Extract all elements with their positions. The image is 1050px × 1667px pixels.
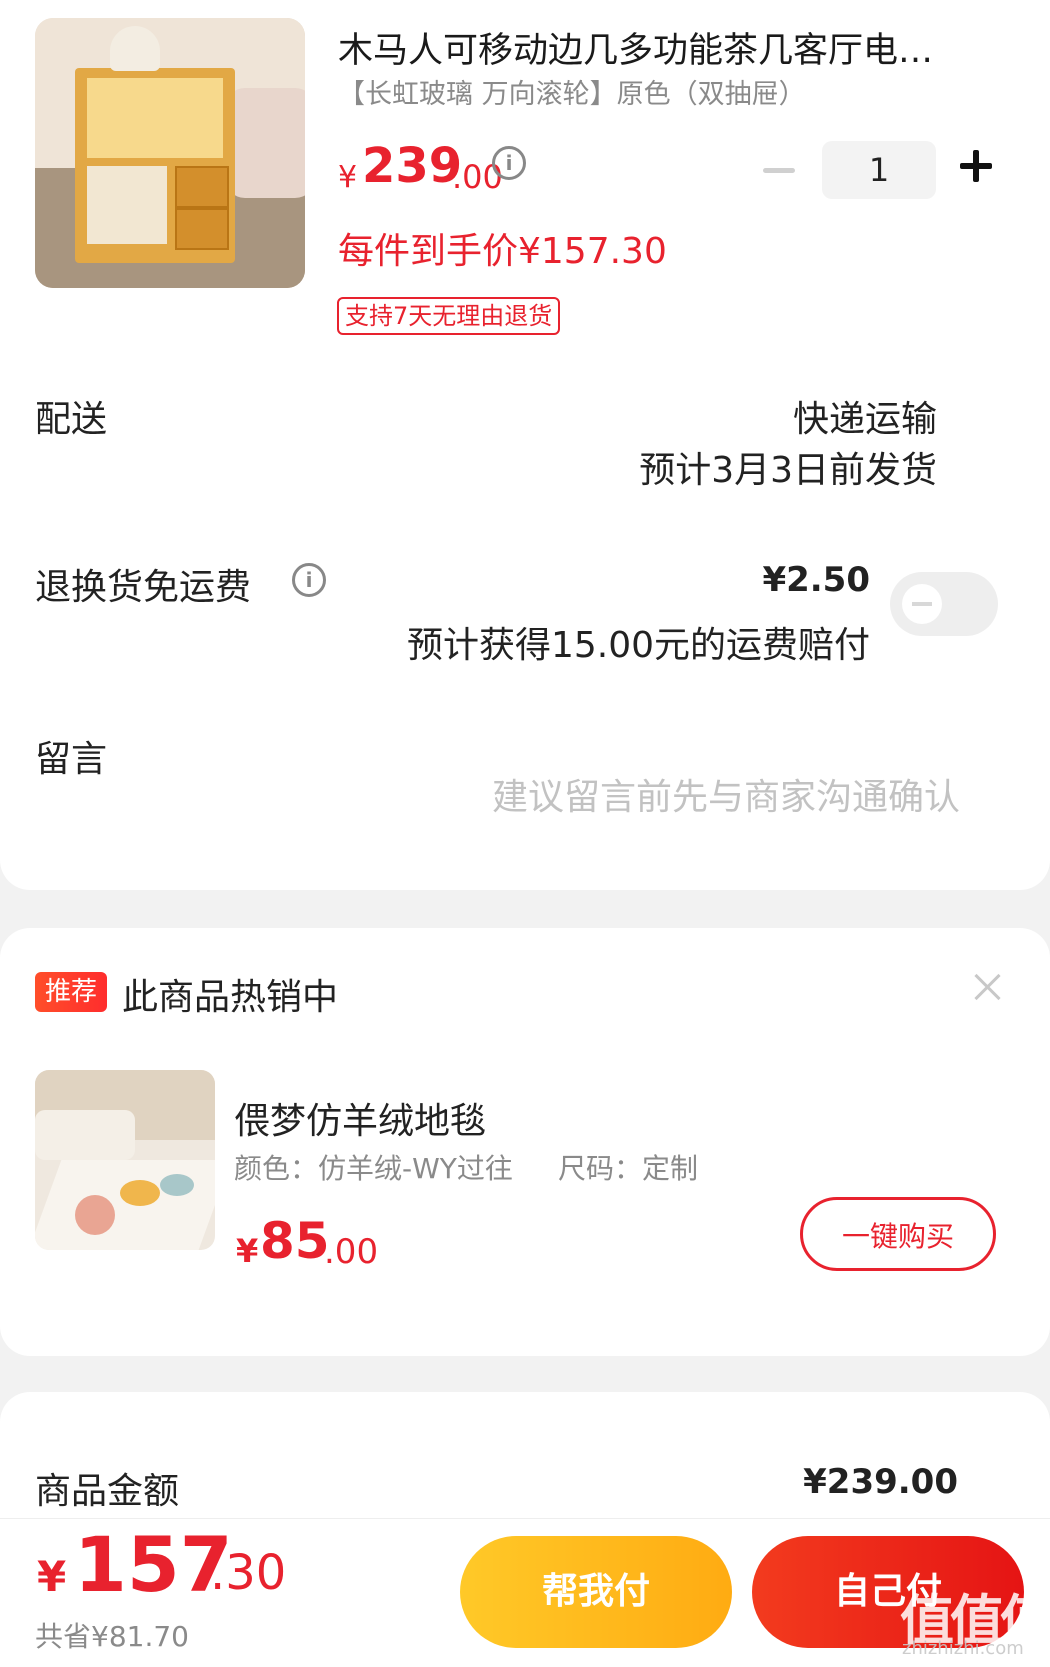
close-icon[interactable]	[972, 972, 1002, 1002]
product-title[interactable]: 木马人可移动边几多功能茶几客厅电…	[338, 22, 998, 73]
delivery-method[interactable]: 快递运输	[793, 390, 937, 442]
subtotal-label: 商品金额	[35, 1471, 180, 1512]
return-policy-tag: 支持7天无理由退货	[337, 297, 561, 335]
price-info-icon[interactable]: i	[492, 146, 526, 180]
message-label: 留言	[35, 739, 108, 780]
quantity-decrease-button[interactable]	[763, 168, 795, 173]
toggle-knob	[902, 584, 942, 624]
return-insurance-toggle[interactable]	[890, 572, 998, 636]
one-click-buy-button[interactable]: 一键购买	[800, 1197, 996, 1271]
recommended-price-decimal: .00	[324, 1232, 379, 1272]
recommend-badge: 推荐	[35, 972, 107, 1012]
total-integer: 157	[74, 1520, 233, 1609]
recommended-product-size: 尺码：定制	[558, 1152, 699, 1185]
recommended-product-image[interactable]	[35, 1070, 215, 1250]
return-insurance-label: 退换货免运费	[35, 567, 252, 608]
product-spec[interactable]: 【长虹玻璃 万向滚轮】原色（双抽屉）	[338, 72, 806, 111]
return-insurance-info-icon[interactable]: i	[292, 563, 326, 597]
total-currency: ¥	[37, 1552, 67, 1601]
product-image[interactable]	[35, 18, 305, 288]
recommended-price-integer: 85	[260, 1212, 330, 1270]
price-currency: ¥	[338, 160, 358, 195]
quantity-input[interactable]: 1	[822, 141, 936, 199]
recommended-product-color: 颜色：仿羊绒-WY过往	[234, 1152, 513, 1185]
recommended-product-name[interactable]: 偎梦仿羊绒地毯	[234, 1092, 486, 1144]
quantity-increase-button[interactable]	[960, 150, 992, 182]
watermark-url: zhizhizhi.com	[902, 1638, 1024, 1659]
final-price: 每件到手价¥157.30	[338, 231, 667, 272]
delivery-eta: 预计3月3日前发货	[639, 450, 937, 491]
return-insurance-price: ¥2.50	[762, 560, 870, 600]
return-insurance-note: 预计获得15.00元的运费赔付	[406, 625, 870, 666]
message-input[interactable]: 建议留言前先与商家沟通确认	[492, 768, 960, 820]
help-pay-button[interactable]: 帮我付	[460, 1536, 732, 1648]
total-decimal: .30	[210, 1545, 287, 1601]
saved-amount: 共省¥81.70	[35, 1620, 189, 1653]
delivery-label: 配送	[35, 399, 108, 440]
price-integer: 239	[362, 138, 463, 194]
recommended-price-currency: ¥	[236, 1232, 259, 1270]
recommend-title: 此商品热销中	[122, 977, 339, 1018]
subtotal-value: ¥239.00	[803, 1462, 958, 1502]
